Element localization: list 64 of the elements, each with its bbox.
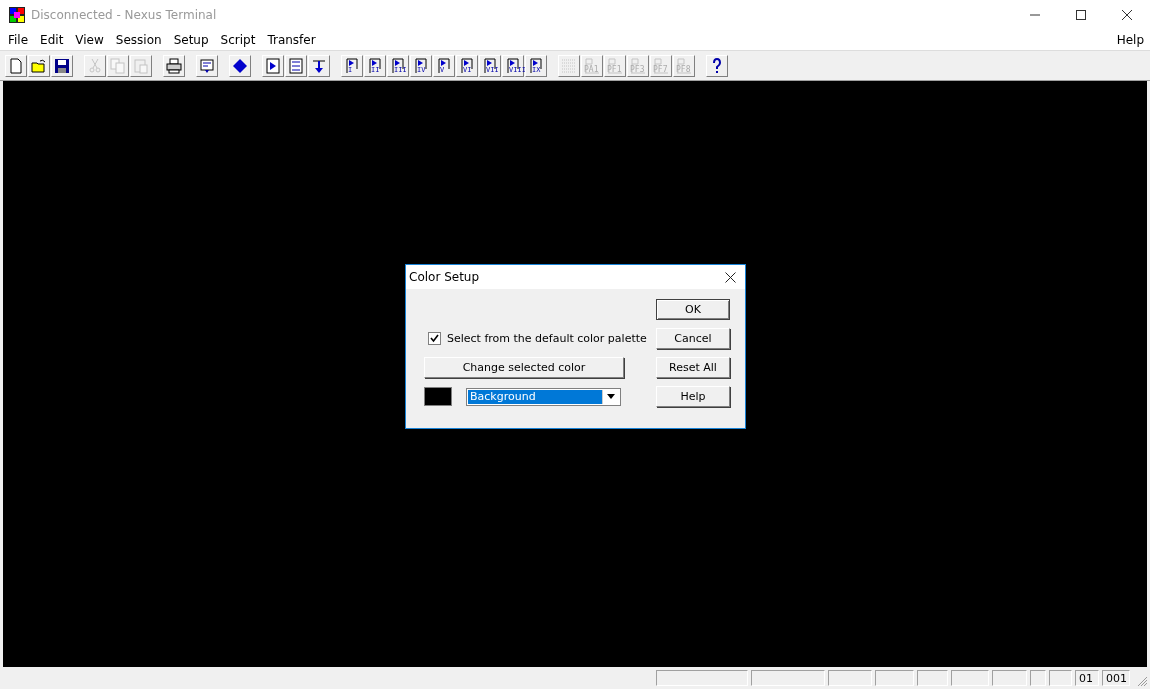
caret-icon [607,394,615,399]
dialog-button[interactable]: Cancel [656,328,730,349]
close-icon [1121,9,1133,21]
change-color-button[interactable]: Change selected color [424,357,624,378]
macro-page-icon [367,57,383,74]
app-icon [9,7,25,23]
status-pane: 01 [1075,670,1099,686]
close-icon [724,271,736,283]
diamond-icon [232,57,248,74]
clipboard-icon [133,57,149,74]
scissors-icon [87,57,103,74]
help-menu[interactable]: Help [1110,33,1150,47]
macro-page-icon [344,57,360,74]
macro-page-icon [482,57,498,74]
toolbar-button[interactable] [229,54,251,77]
window-title: Disconnected - Nexus Terminal [31,8,218,22]
toolbar-button[interactable] [163,54,185,77]
macro-page-icon [436,57,452,74]
toolbar-button[interactable] [262,54,284,77]
key-page-icon [653,57,669,74]
folder-icon [31,57,47,74]
macro-page-icon [459,57,475,74]
printer-icon [166,57,182,74]
list-page-icon [288,57,304,74]
toolbar-button[interactable] [706,54,728,77]
macro-page-icon [413,57,429,74]
status-pane [917,670,948,686]
key-page-icon [584,57,600,74]
macro-page-icon [528,57,544,74]
maximize-icon [1075,9,1087,21]
key-page-icon [676,57,692,74]
menu-item[interactable]: Session [109,33,168,47]
dialog-button[interactable]: OK [656,299,730,320]
status-pane: 001 [1102,670,1130,686]
dropdown[interactable]: Background [466,387,621,406]
screen-capture-icon [199,57,215,74]
menu-item[interactable]: Setup [167,33,215,47]
checkbox-label: Select from the default color palette [447,331,647,345]
dotted-grid-icon [561,57,577,74]
step-arrow-icon [311,57,327,74]
key-page-icon [630,57,646,74]
status-pane [992,670,1027,686]
toolbar-button[interactable] [308,54,330,77]
menu-item[interactable]: Transfer [261,33,322,47]
status-pane [828,670,872,686]
dialog-title: Color Setup [409,270,481,284]
copy-icon [110,57,126,74]
menu-item[interactable]: Edit [34,33,70,47]
status-pane [951,670,989,686]
menu-item[interactable]: File [2,33,35,47]
menu-item[interactable]: View [69,33,110,47]
resize-grip-icon[interactable] [1137,676,1148,687]
status-pane [1049,670,1072,686]
status-pane [875,670,914,686]
play-page-icon [265,57,281,74]
dialog-button[interactable]: Reset All [656,357,730,378]
menu-item[interactable]: Script [214,33,262,47]
macro-page-icon [390,57,406,74]
status-pane [1030,670,1046,686]
checkbox[interactable] [428,331,441,345]
toolbar-button[interactable] [51,54,73,77]
page-icon [8,57,24,74]
key-page-icon [607,57,623,74]
dialog-button[interactable]: Help [656,386,730,407]
